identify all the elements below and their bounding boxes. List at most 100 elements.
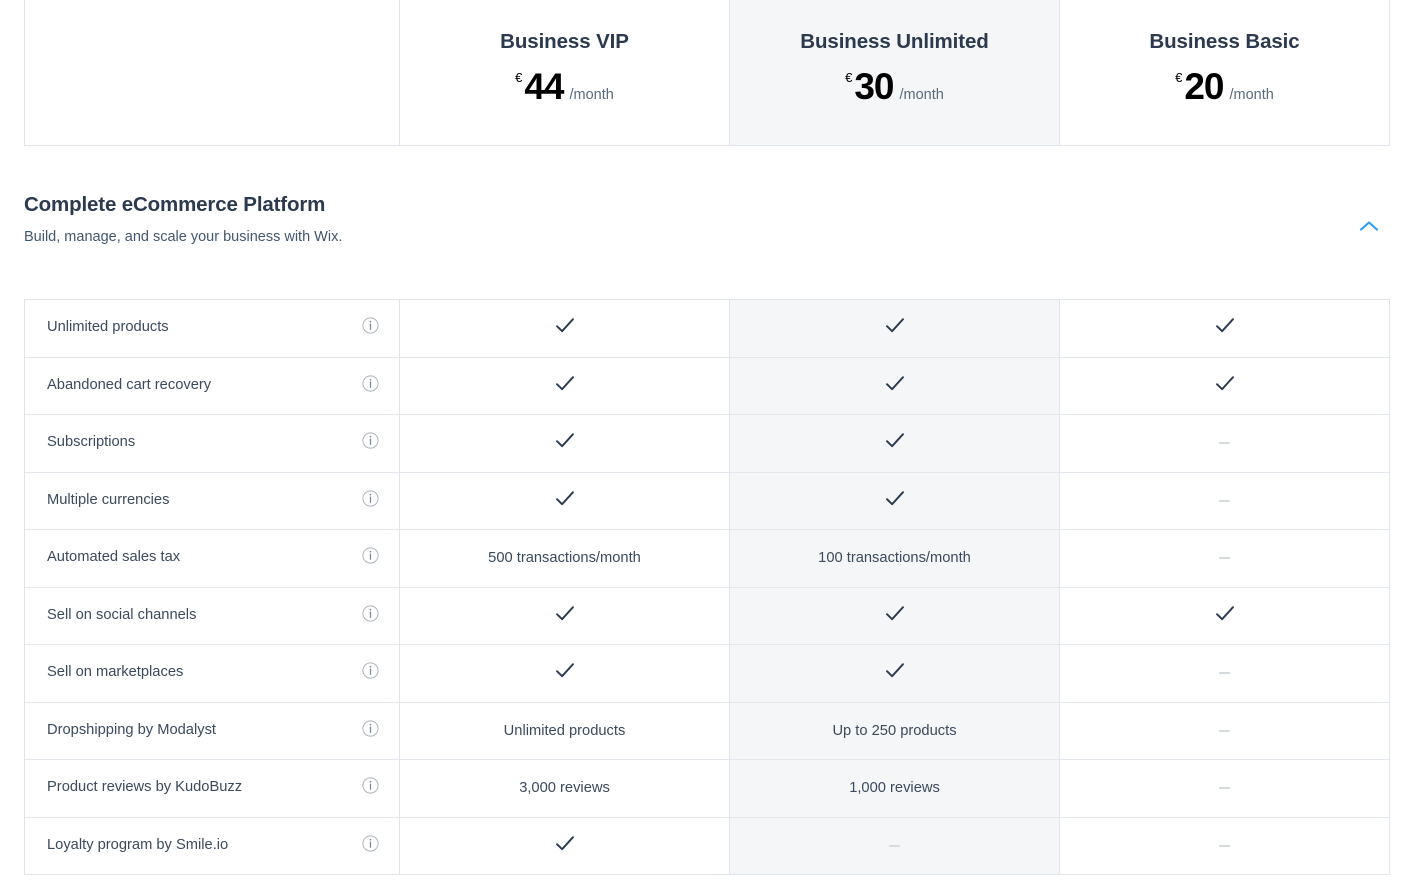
feature-label: Sell on social channels xyxy=(47,606,197,623)
table-row: Product reviews by KudoBuzz 3,000 reviews… xyxy=(25,760,1389,818)
table-row: Multiple currencies xyxy=(25,472,1389,530)
feature-comparison-table: Unlimited products Abandoned cart recover… xyxy=(24,299,1390,875)
feature-label-cell: Dropshipping by Modalyst xyxy=(25,702,400,759)
table-row: Automated sales tax 500 transactions/mont… xyxy=(25,530,1389,588)
feature-value-text: 500 transactions/month xyxy=(488,550,641,567)
plan-name: Business VIP xyxy=(500,30,629,53)
check-icon xyxy=(554,375,576,397)
price-currency-symbol: € xyxy=(845,69,853,85)
feature-value-cell xyxy=(730,817,1060,874)
price-amount: 30 xyxy=(854,65,894,107)
feature-label-cell: Sell on social channels xyxy=(25,587,400,644)
price-currency-symbol: € xyxy=(1175,69,1183,85)
price-period: /month xyxy=(1229,86,1274,103)
plan-column-business-basic: Business Basic € 20 /month xyxy=(1060,0,1389,145)
dash-icon xyxy=(1219,499,1230,502)
feature-value-cell xyxy=(400,357,730,414)
dash-icon xyxy=(1219,729,1230,732)
feature-value-cell xyxy=(400,300,730,357)
feature-value-cell: Unlimited products xyxy=(400,702,730,759)
feature-value-text: Up to 250 products xyxy=(832,722,957,739)
info-icon[interactable] xyxy=(362,490,379,512)
dash-icon xyxy=(1219,787,1230,790)
feature-label-cell: Multiple currencies xyxy=(25,472,400,529)
feature-value-cell xyxy=(730,472,1060,529)
feature-value-text: 1,000 reviews xyxy=(849,780,940,797)
table-row: Abandoned cart recovery xyxy=(25,357,1389,415)
check-icon xyxy=(884,375,906,397)
section-subtitle: Build, manage, and scale your business w… xyxy=(24,228,343,245)
plan-price: € 44 /month xyxy=(515,68,614,105)
check-icon xyxy=(1214,605,1236,627)
feature-value-cell xyxy=(1060,645,1389,702)
dash-icon xyxy=(1219,557,1230,560)
feature-value-cell xyxy=(400,472,730,529)
info-icon[interactable] xyxy=(362,720,379,742)
check-icon xyxy=(884,317,906,339)
dash-icon xyxy=(889,844,900,847)
plans-header-spacer-cell xyxy=(25,0,400,145)
feature-value-cell xyxy=(730,300,1060,357)
table-row: Dropshipping by Modalyst Unlimited produc… xyxy=(25,702,1389,760)
feature-value-cell xyxy=(1060,357,1389,414)
feature-label: Automated sales tax xyxy=(47,549,181,566)
info-icon[interactable] xyxy=(362,662,379,684)
check-icon xyxy=(554,662,576,684)
check-icon xyxy=(884,432,906,454)
feature-value-cell: 1,000 reviews xyxy=(730,760,1060,817)
feature-value-cell xyxy=(730,587,1060,644)
info-icon[interactable] xyxy=(362,605,379,627)
info-icon[interactable] xyxy=(362,317,379,339)
plan-column-business-vip: Business VIP € 44 /month xyxy=(400,0,730,145)
feature-label: Unlimited products xyxy=(47,319,169,336)
feature-value-cell: 100 transactions/month xyxy=(730,530,1060,587)
info-icon[interactable] xyxy=(362,547,379,569)
feature-value-cell xyxy=(1060,760,1389,817)
price-period: /month xyxy=(569,86,614,103)
feature-section-header: Complete eCommerce Platform Build, manag… xyxy=(24,192,1390,246)
info-icon[interactable] xyxy=(362,777,379,799)
section-title: Complete eCommerce Platform xyxy=(24,193,326,216)
feature-value-cell xyxy=(1060,415,1389,472)
feature-value-cell xyxy=(1060,702,1389,759)
feature-label: Abandoned cart recovery xyxy=(47,376,212,393)
feature-value-cell xyxy=(730,357,1060,414)
plan-name: Business Basic xyxy=(1149,30,1300,53)
feature-value-cell: 500 transactions/month xyxy=(400,530,730,587)
feature-value-cell xyxy=(1060,300,1389,357)
section-collapse-toggle[interactable] xyxy=(1352,210,1386,244)
dash-icon xyxy=(1219,844,1230,847)
info-icon[interactable] xyxy=(362,375,379,397)
feature-value-cell xyxy=(400,817,730,874)
check-icon xyxy=(554,605,576,627)
feature-label-cell: Automated sales tax xyxy=(25,530,400,587)
info-icon[interactable] xyxy=(362,835,379,857)
plan-price: € 30 /month xyxy=(845,68,944,105)
plan-name: Business Unlimited xyxy=(800,30,989,53)
feature-value-cell: 3,000 reviews xyxy=(400,760,730,817)
feature-value-cell xyxy=(1060,587,1389,644)
check-icon xyxy=(1214,375,1236,397)
feature-label: Sell on marketplaces xyxy=(47,664,184,681)
feature-value-text: 3,000 reviews xyxy=(519,780,610,797)
plans-header-card: Business VIP € 44 /month Business Unlimi… xyxy=(24,0,1390,146)
feature-value-cell xyxy=(730,415,1060,472)
feature-label: Multiple currencies xyxy=(47,491,170,508)
check-icon xyxy=(554,317,576,339)
info-icon[interactable] xyxy=(362,432,379,454)
feature-label-cell: Loyalty program by Smile.io xyxy=(25,817,400,874)
feature-label: Loyalty program by Smile.io xyxy=(47,836,229,853)
feature-value-cell xyxy=(1060,817,1389,874)
feature-value-cell xyxy=(400,645,730,702)
feature-label: Product reviews by KudoBuzz xyxy=(47,779,243,796)
feature-label: Dropshipping by Modalyst xyxy=(47,721,216,738)
price-period: /month xyxy=(899,86,944,103)
check-icon xyxy=(1214,317,1236,339)
feature-label-cell: Product reviews by KudoBuzz xyxy=(25,760,400,817)
feature-label-cell: Unlimited products xyxy=(25,300,400,357)
check-icon xyxy=(554,432,576,454)
feature-label-cell: Subscriptions xyxy=(25,415,400,472)
check-icon xyxy=(554,835,576,857)
feature-value-cell xyxy=(1060,472,1389,529)
feature-value-text: 100 transactions/month xyxy=(818,550,971,567)
